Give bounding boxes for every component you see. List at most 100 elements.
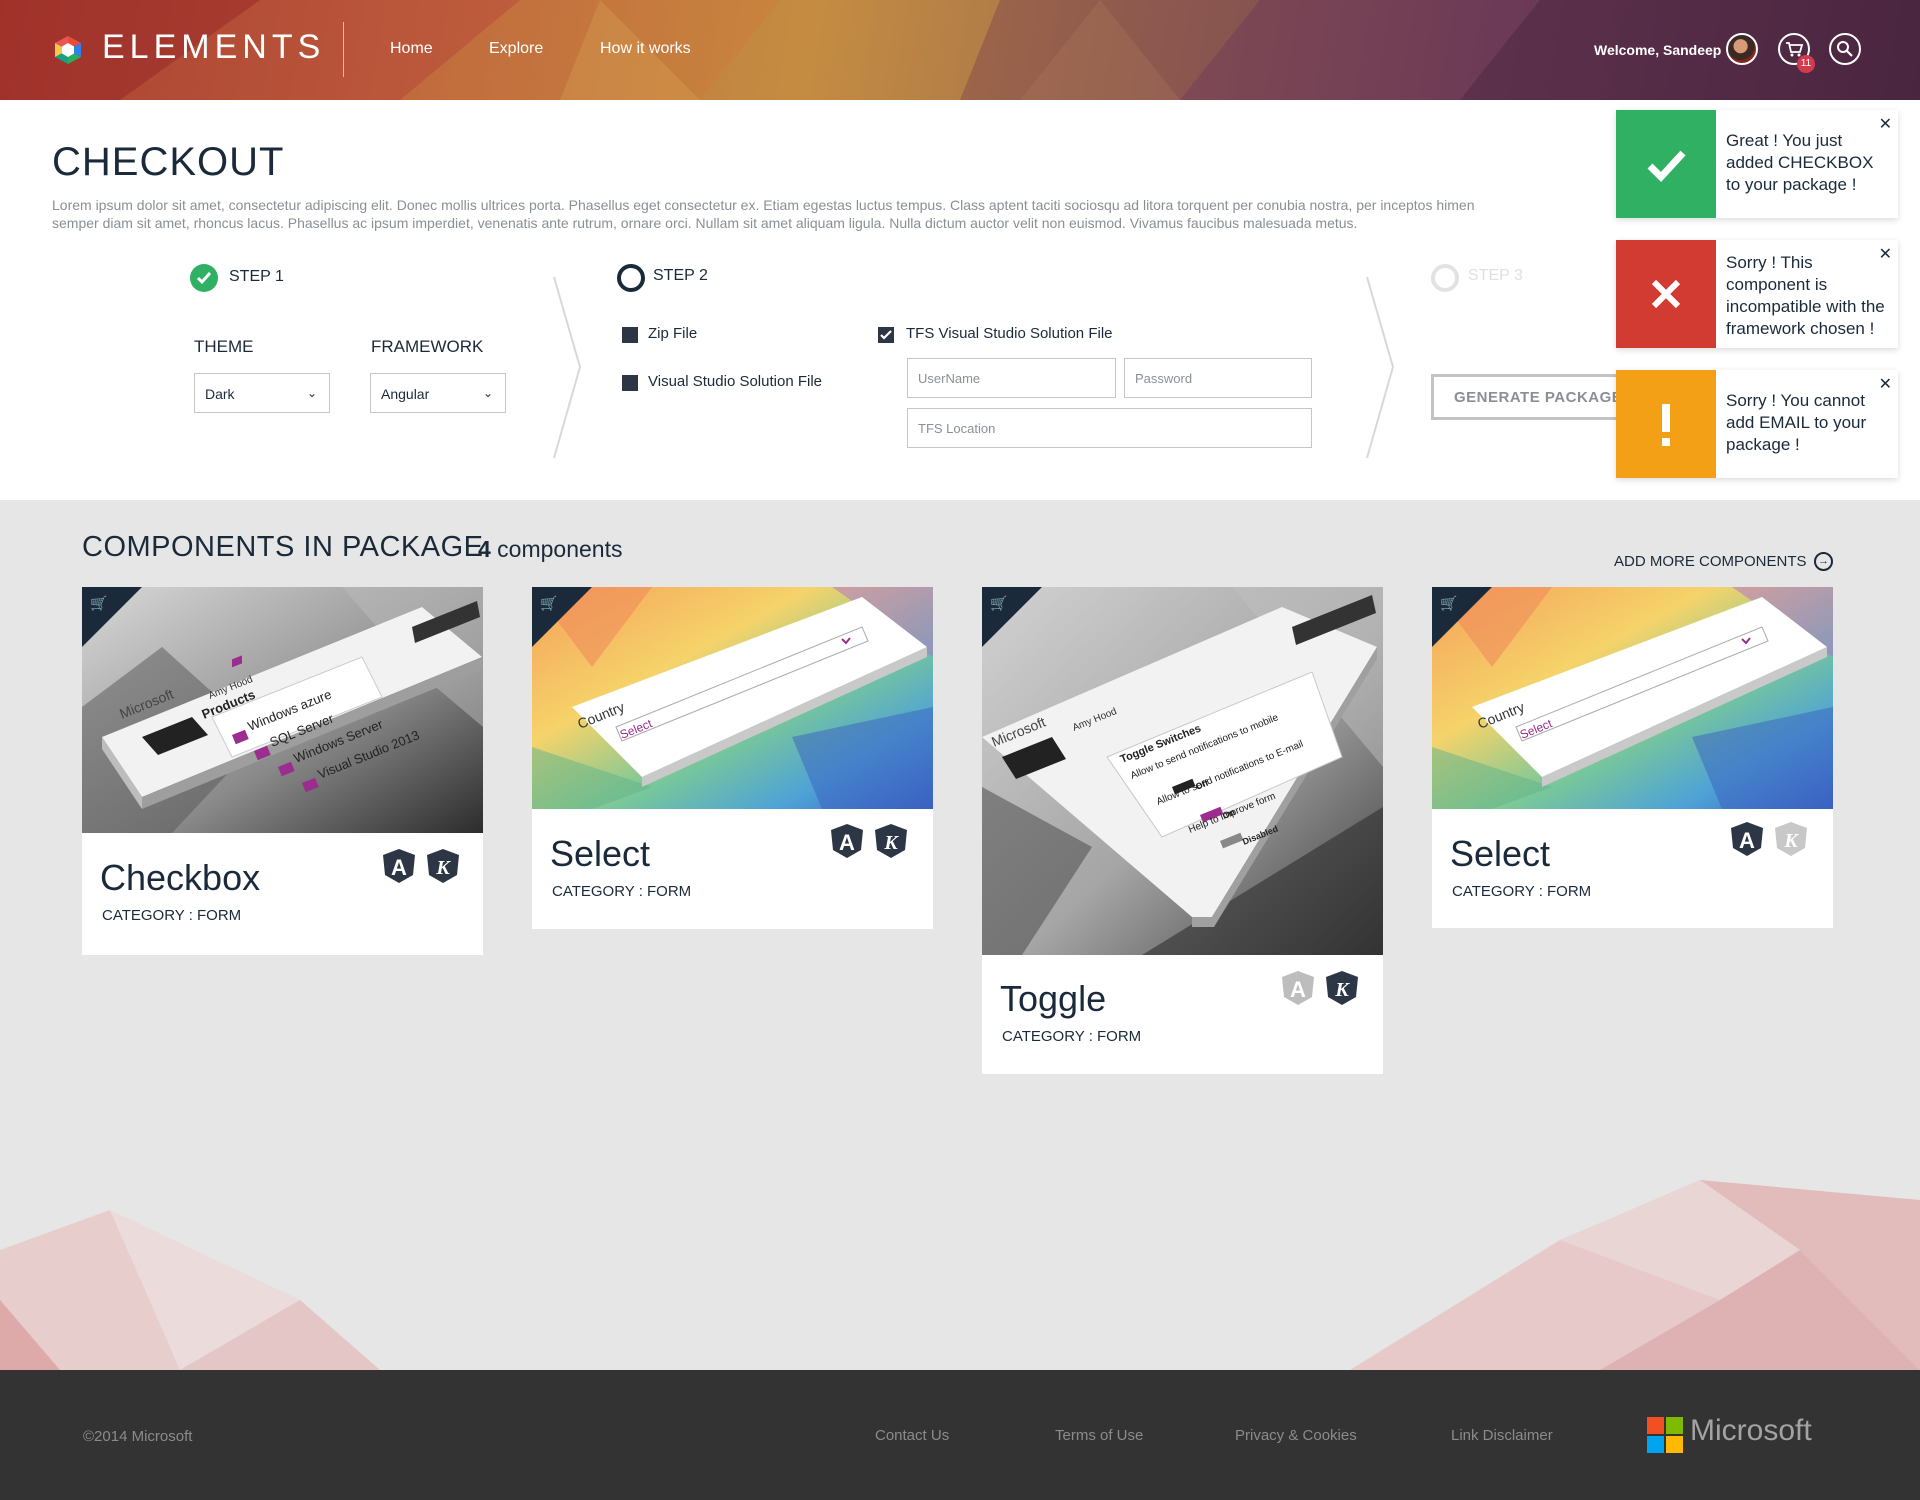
toast-message: Sorry ! You cannot add EMAIL to your pac… [1726,391,1867,454]
close-icon[interactable]: ✕ [1879,374,1892,394]
step3-label: STEP 3 [1468,267,1523,284]
toast-message: Sorry ! This component is incompatible w… [1726,253,1885,338]
component-name: Toggle [1000,978,1107,1019]
knockout-icon[interactable]: K [874,823,908,859]
components-title: COMPONENTS IN PACKAGE [82,531,484,563]
cart-icon[interactable]: 🛒 [90,595,107,612]
page-title: CHECKOUT [52,140,285,184]
toggle-preview-image: Microsoft Amy Hood Toggle Switches Allow… [982,587,1383,955]
cart-icon[interactable]: 🛒 [990,595,1007,612]
svg-text:A: A [391,855,407,880]
nav-home[interactable]: Home [390,40,433,58]
cart-count-badge: 11 [1797,55,1815,73]
step2-current-icon [617,264,645,292]
step1-label: STEP 1 [229,268,284,285]
framework-label: FRAMEWORK [371,337,484,356]
svg-text:K: K [883,832,899,854]
arrow-right-circle-icon[interactable]: → [1814,552,1833,571]
component-name: Select [1450,833,1551,874]
close-icon[interactable]: ✕ [1879,244,1892,264]
framework-select[interactable]: Angular ⌄ [370,373,506,413]
footer-link-disclaimer[interactable]: Link Disclaimer [1451,1427,1553,1444]
description-line: Lorem ipsum dolor sit amet, consectetur … [52,197,1475,213]
select-preview-image: Country Select [532,587,933,809]
step-separator [1366,276,1395,459]
select-preview-image: Country Select [1432,587,1833,809]
warning-icon [1616,370,1716,478]
count-number: 4 [478,536,491,562]
description-line: semper diam sit amet, rhoncus lacus. Pha… [52,215,1358,231]
component-name: Select [550,833,651,874]
footer-link-privacy[interactable]: Privacy & Cookies [1235,1427,1357,1444]
bottom-decoration [0,1180,1920,1370]
svg-text:A: A [839,830,855,855]
brand-name[interactable]: ELEMENTS [102,28,325,67]
component-card-checkbox[interactable]: Microsoft Amy Hood Products Windows azur… [82,587,483,955]
component-card-select[interactable]: Country Select 🛒 Select CATEGORY : FORM … [1432,587,1833,928]
svg-text:A: A [1290,977,1306,1002]
footer: ©2014 Microsoft Contact Us Terms of Use … [0,1370,1920,1500]
svg-text:K: K [1334,979,1350,1001]
step3-pending-icon [1431,264,1459,292]
copyright-text: ©2014 Microsoft [83,1428,193,1445]
tfs-location-input[interactable]: TFS Location [907,408,1312,448]
knockout-icon[interactable]: K [1325,970,1359,1006]
add-more-components-link[interactable]: ADD MORE COMPONENTS [1614,553,1807,570]
microsoft-wordmark: Microsoft [1690,1414,1812,1447]
password-input[interactable]: Password [1124,358,1312,398]
top-header: ELEMENTS Home Explore How it works Welco… [0,0,1920,100]
step1-complete-icon [190,264,218,292]
tfs-checkbox[interactable] [878,327,894,343]
vs-solution-checkbox[interactable] [622,375,638,391]
zip-file-checkbox[interactable] [622,327,638,343]
nav-how-it-works[interactable]: How it works [600,40,691,58]
user-avatar[interactable] [1726,33,1758,65]
search-button[interactable] [1829,33,1861,65]
microsoft-logo-icon [1647,1417,1683,1453]
elements-logo-icon[interactable] [52,34,84,66]
components-count: 4 components [478,536,623,563]
header-divider [343,22,344,77]
toast-success: Great ! You just added CHECKBOX to your … [1616,110,1898,218]
username-input[interactable]: UserName [907,358,1116,398]
knockout-icon[interactable]: K [426,848,460,884]
checkbox-preview-image: Microsoft Amy Hood Products Windows azur… [82,587,483,833]
component-card-toggle[interactable]: Microsoft Amy Hood Toggle Switches Allow… [982,587,1383,1074]
angular-icon[interactable]: A [830,823,864,859]
component-card-select[interactable]: Country Select 🛒 Select CATEGORY : FORM … [532,587,933,929]
welcome-text: Welcome, Sandeep [1594,42,1722,58]
nav-explore[interactable]: Explore [489,40,543,58]
svg-text:K: K [1783,830,1799,852]
component-category: CATEGORY : FORM [1452,883,1592,900]
knockout-icon[interactable]: K [1774,821,1808,857]
component-category: CATEGORY : FORM [1002,1028,1142,1045]
tfs-label: TFS Visual Studio Solution File [906,325,1113,342]
vs-solution-label: Visual Studio Solution File [648,373,822,390]
count-suffix: components [490,536,623,562]
framework-select-value: Angular [381,386,430,402]
footer-link-contact[interactable]: Contact Us [875,1427,949,1444]
theme-select-value: Dark [205,386,235,402]
component-category: CATEGORY : FORM [102,907,242,924]
footer-link-terms[interactable]: Terms of Use [1055,1427,1143,1444]
error-icon [1616,240,1716,348]
step2-label: STEP 2 [653,267,708,284]
check-icon [880,330,892,340]
angular-icon[interactable]: A [382,848,416,884]
angular-icon[interactable]: A [1730,821,1764,857]
toast-message: Great ! You just added CHECKBOX to your … [1726,131,1874,194]
step-separator [553,276,582,459]
theme-select[interactable]: Dark ⌄ [194,373,330,413]
toast-error: Sorry ! This component is incompatible w… [1616,240,1898,348]
zip-file-label: Zip File [648,325,698,342]
component-name: Checkbox [100,857,261,898]
theme-label: THEME [194,337,254,356]
cart-icon[interactable]: 🛒 [540,595,557,612]
cart-icon[interactable]: 🛒 [1440,595,1457,612]
success-icon [1616,110,1716,218]
chevron-down-icon: ⌄ [482,386,493,400]
component-category: CATEGORY : FORM [552,883,692,900]
angular-icon[interactable]: A [1281,970,1315,1006]
toast-warning: Sorry ! You cannot add EMAIL to your pac… [1616,370,1898,478]
close-icon[interactable]: ✕ [1879,114,1892,134]
